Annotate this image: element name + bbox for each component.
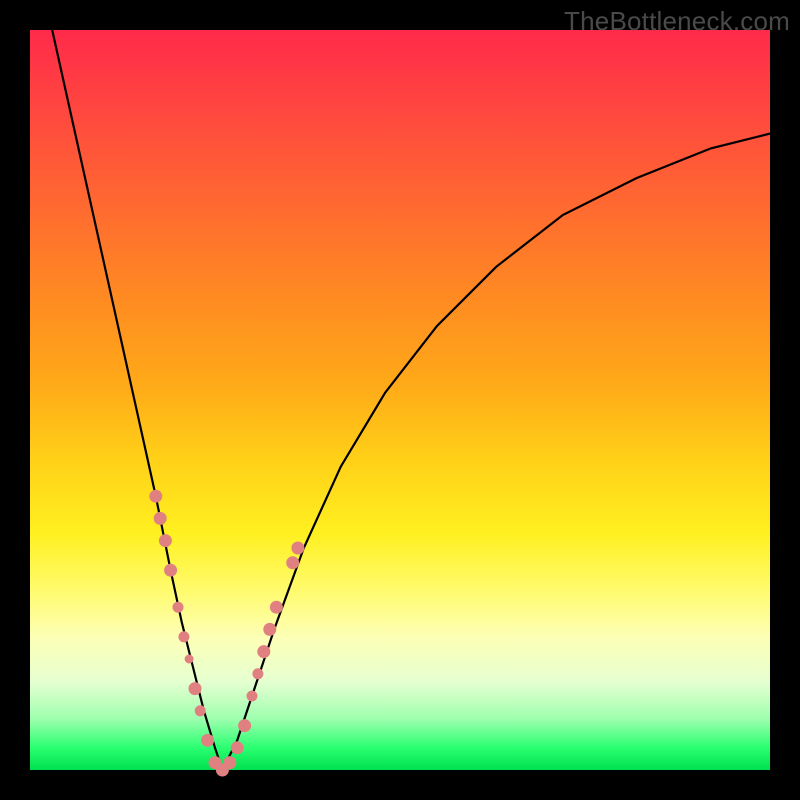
scatter-points (150, 490, 304, 776)
curve-left-branch (52, 30, 222, 770)
data-point (247, 691, 257, 701)
data-point (189, 683, 201, 695)
chart-svg (30, 30, 770, 770)
watermark: TheBottleneck.com (564, 6, 790, 37)
data-point (270, 601, 282, 613)
data-point (165, 564, 177, 576)
data-point (231, 742, 243, 754)
data-point (159, 535, 171, 547)
plot-area (30, 30, 770, 770)
data-point (185, 655, 193, 663)
curve-right-branch (222, 134, 770, 770)
data-point (264, 623, 276, 635)
data-point (202, 734, 214, 746)
chart-frame: TheBottleneck.com (0, 0, 800, 800)
data-point (239, 720, 251, 732)
data-point (179, 632, 189, 642)
data-point (292, 542, 304, 554)
data-point (258, 646, 270, 658)
data-point (195, 706, 205, 716)
data-point (224, 757, 236, 769)
data-point (253, 669, 263, 679)
data-point (154, 512, 166, 524)
data-point (287, 557, 299, 569)
data-point (150, 490, 162, 502)
data-point (173, 602, 183, 612)
